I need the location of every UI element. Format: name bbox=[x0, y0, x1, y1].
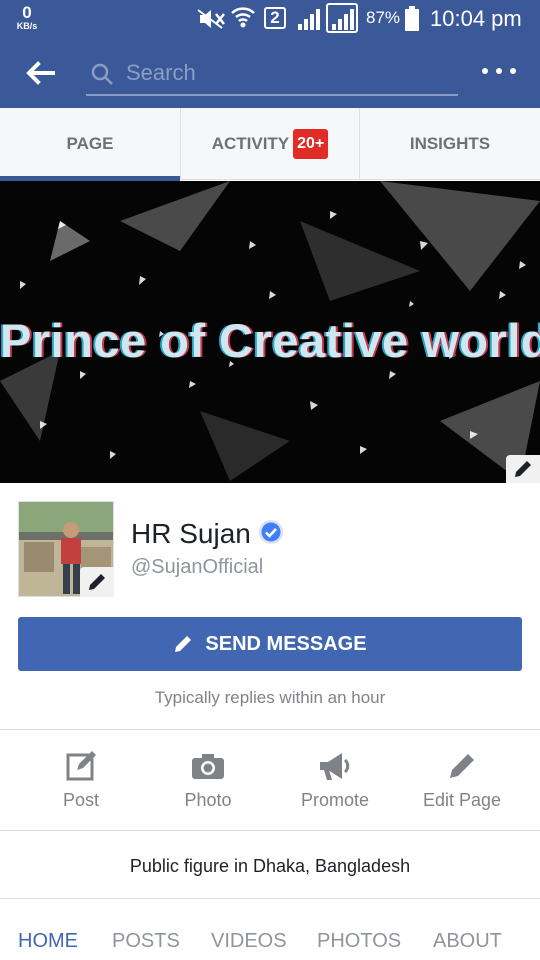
pencil-icon bbox=[175, 636, 192, 652]
clock: 10:04 pm bbox=[430, 6, 522, 31]
back-arrow-icon bbox=[26, 61, 55, 85]
network-speed-value: 0 bbox=[22, 3, 32, 22]
search-input[interactable] bbox=[126, 58, 446, 88]
photo-action-label: Photo bbox=[184, 790, 232, 810]
notification-badge: 20+ bbox=[293, 129, 329, 159]
send-message-button[interactable]: SEND MESSAGE bbox=[18, 617, 522, 671]
network-speed-unit: KB/s bbox=[16, 21, 38, 31]
dot-icon bbox=[510, 68, 516, 74]
edit-square-icon bbox=[26, 746, 136, 786]
response-time-note: Typically replies within an hour bbox=[154, 688, 386, 707]
edit-page-action-label: Edit Page bbox=[422, 790, 502, 810]
tab-photos[interactable]: PHOTOS bbox=[317, 930, 401, 953]
divider bbox=[0, 729, 540, 730]
divider bbox=[0, 830, 540, 831]
edit-avatar-button[interactable] bbox=[80, 567, 114, 597]
pencil-icon bbox=[515, 461, 531, 477]
tab-activity[interactable]: ACTIVITY 20+ bbox=[180, 108, 360, 180]
tab-insights-label: INSIGHTS bbox=[409, 134, 491, 153]
pencil-icon bbox=[407, 746, 517, 786]
pencil-icon bbox=[89, 574, 105, 590]
page-tabs: PAGE ACTIVITY 20+ INSIGHTS bbox=[0, 108, 540, 181]
tab-posts[interactable]: POSTS bbox=[112, 930, 180, 953]
mute-icon bbox=[196, 8, 226, 35]
cover-photo[interactable]: Prince of Creative world bbox=[0, 181, 540, 483]
search-bar[interactable] bbox=[86, 52, 458, 96]
more-options-button[interactable] bbox=[482, 68, 516, 78]
battery-icon bbox=[404, 6, 420, 37]
cover-title-text: Prince of Creative world bbox=[0, 314, 540, 367]
post-action-label: Post bbox=[62, 790, 100, 810]
tab-activity-label: ACTIVITY bbox=[211, 134, 290, 153]
sim-icon: 2 bbox=[264, 7, 286, 29]
tab-about[interactable]: ABOUT bbox=[433, 930, 502, 953]
tab-home[interactable]: HOME bbox=[18, 930, 78, 953]
page-name: HR Sujan bbox=[131, 518, 251, 549]
signal-icon bbox=[296, 6, 324, 37]
verified-badge-icon bbox=[258, 519, 284, 550]
status-bar: 0 KB/s 2 87% 10:04 pm bbox=[0, 0, 540, 38]
signal-icon-2 bbox=[326, 3, 358, 33]
send-message-label: SEND MESSAGE bbox=[205, 632, 367, 655]
battery-percent: 87% bbox=[366, 8, 401, 27]
tab-page-label: PAGE bbox=[66, 134, 114, 153]
photo-action[interactable]: Photo bbox=[153, 746, 263, 811]
tab-page[interactable]: PAGE bbox=[0, 108, 180, 181]
network-speed: 0 KB/s bbox=[10, 4, 44, 31]
section-divider bbox=[0, 898, 540, 910]
search-icon bbox=[90, 62, 114, 91]
post-action[interactable]: Post bbox=[26, 746, 136, 811]
promote-action[interactable]: Promote bbox=[280, 746, 390, 811]
camera-icon bbox=[153, 746, 263, 786]
promote-action-label: Promote bbox=[300, 790, 370, 810]
edit-page-action[interactable]: Edit Page bbox=[407, 746, 517, 811]
dot-icon bbox=[482, 68, 488, 74]
megaphone-icon bbox=[280, 746, 390, 786]
edit-cover-button[interactable] bbox=[506, 455, 540, 483]
tab-insights[interactable]: INSIGHTS bbox=[360, 108, 540, 180]
back-button[interactable] bbox=[22, 56, 58, 90]
wifi-icon bbox=[230, 4, 256, 35]
dot-icon bbox=[496, 68, 502, 74]
tab-videos[interactable]: VIDEOS bbox=[211, 930, 287, 953]
page-username: @SujanOfficial bbox=[131, 556, 264, 578]
top-navigation-bar bbox=[0, 38, 540, 108]
page-category: Public figure in Dhaka, Bangladesh bbox=[129, 856, 411, 876]
